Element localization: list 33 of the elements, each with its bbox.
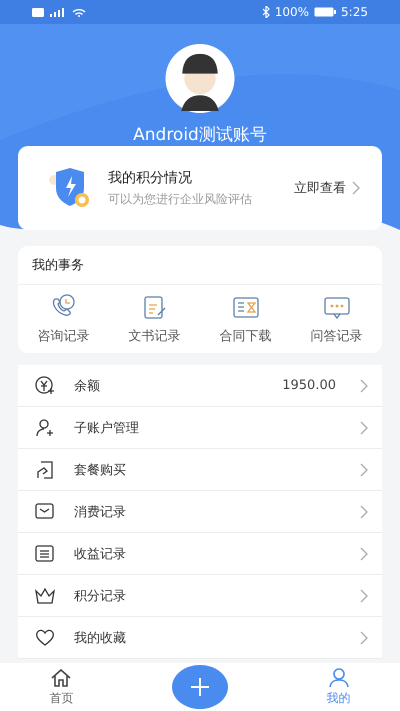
- home-icon: [50, 668, 72, 688]
- task-item[interactable]: 合同下载: [200, 285, 291, 353]
- view-now-link[interactable]: 立即查看: [294, 179, 360, 197]
- wifi-icon: [72, 7, 86, 17]
- list-icon: [34, 542, 56, 564]
- chevron-right-icon: [360, 546, 368, 560]
- chevron-right-icon: [360, 462, 368, 476]
- battery-percent: 100%: [274, 5, 310, 19]
- chevron-right-icon: [360, 420, 368, 434]
- chevron-right-icon: [360, 504, 368, 518]
- battery-icon: [314, 7, 336, 17]
- points-title: 我的积分情况: [108, 168, 193, 186]
- chevron-right-icon: [360, 588, 368, 602]
- nav-tab[interactable]: 我的: [326, 668, 351, 706]
- chevron-right-icon: [360, 630, 368, 644]
- account-name: Android测试账号: [133, 124, 267, 146]
- add-user-icon: [34, 416, 56, 438]
- clock: 5:25: [341, 5, 368, 19]
- task-item[interactable]: 文书记录: [109, 285, 200, 353]
- points-subtitle: 可以为您进行企业风险评估: [108, 190, 253, 208]
- section-title: 我的事务: [32, 257, 84, 274]
- heart-icon: [34, 626, 56, 648]
- chevron-right-icon: [352, 181, 360, 195]
- task-item[interactable]: 咨询记录: [18, 285, 109, 353]
- bluetooth-icon: [262, 6, 270, 18]
- plus-icon: [190, 678, 209, 696]
- yuan-coin-icon: [34, 374, 56, 396]
- user-icon: [328, 668, 350, 688]
- nav-tab[interactable]: 首页: [49, 668, 74, 706]
- signal-icon: [49, 7, 67, 17]
- task-item[interactable]: 问答记录: [291, 285, 382, 353]
- avatar: [165, 44, 235, 113]
- chevron-right-icon: [360, 378, 368, 392]
